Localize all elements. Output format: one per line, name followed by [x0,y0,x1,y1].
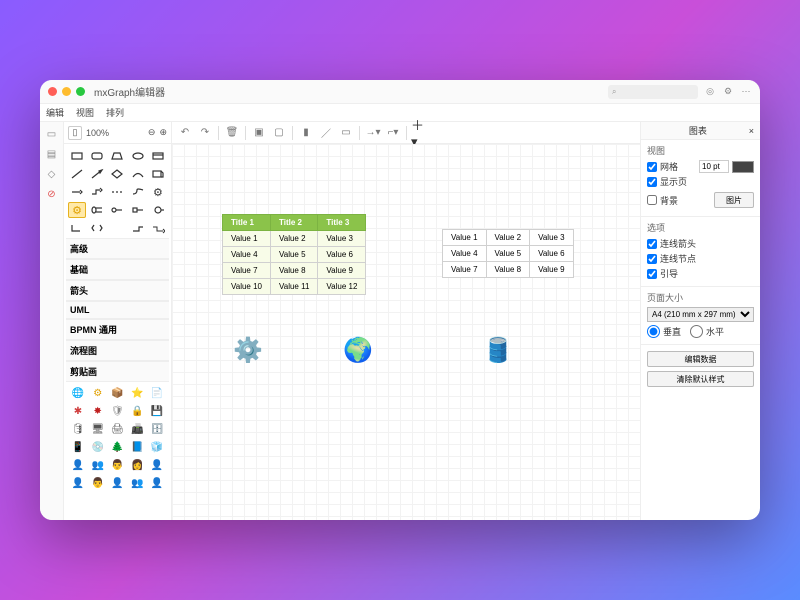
account-icon[interactable]: ◎ [704,86,716,98]
node-checkbox[interactable] [647,254,657,264]
category[interactable]: 流程图 [66,340,169,361]
bg-image-button[interactable]: 图片 [714,192,754,208]
sidebar: ▯ 100% ⊖ ⊕ [64,122,172,520]
globe-icon[interactable]: 🌍 [342,334,374,366]
window-title: mxGraph编辑器 [94,84,603,99]
back-icon[interactable]: ▢ [270,125,288,141]
clipart-grid: 🌐⚙📦⭐📄 ✱✸🛡🔒💾 🛢🖥🖨📠🗄 📱💿🌲📘🧊 👤👥👨👩👤 👤👨👤👥👤 [66,382,169,494]
grid-size-input[interactable] [699,160,729,173]
connection-icon[interactable]: →▾ [364,125,382,141]
format-panel: 图表 × 视图 网格 显示页 背景图片 选项 连线箭头 连线节点 引导 页面大小… [640,122,760,520]
category[interactable]: UML [66,301,169,319]
activity-bar: ▭ ▤ ◇ ⊘ [40,122,64,520]
activity-icon[interactable]: ▭ [46,128,58,140]
menubar: 编辑 视图 排列 [40,104,760,122]
minimize-dot[interactable] [62,87,71,96]
category[interactable]: 高级 [66,238,169,259]
shadow-icon[interactable]: ▭ [337,125,355,141]
undo-icon[interactable]: ↶ [176,125,194,141]
category[interactable]: 箭头 [66,280,169,301]
menu-view[interactable]: 视图 [76,106,94,119]
showpage-checkbox[interactable] [647,177,657,187]
delete-icon[interactable]: 🗑 [223,125,241,141]
menu-edit[interactable]: 编辑 [46,106,64,119]
page-icon[interactable]: ▯ [68,126,82,140]
arrow-checkbox[interactable] [647,239,657,249]
grid-color[interactable] [732,161,754,173]
category[interactable]: 剪贴画 [66,361,169,382]
grid-checkbox[interactable] [647,162,657,172]
orient-landscape[interactable] [690,325,703,338]
close-dot[interactable] [48,87,57,96]
more-icon[interactable]: ⋯ [740,86,752,98]
fill-icon[interactable]: ▮ [297,125,315,141]
panel-title: 图表 [647,124,749,137]
search-input[interactable]: ⌕ [608,85,698,99]
center: ↶ ↷ 🗑 ▣ ▢ ▮ ／ ▭ →▾ ⌐▾ ＋▾ Title 1Title 2T… [172,122,640,520]
activity-icon[interactable]: ◇ [46,168,58,180]
table-green[interactable]: Title 1Title 2Title 3 Value 1Value 2Valu… [222,214,366,295]
zoom-in-icon[interactable]: ⊕ [159,127,167,138]
category[interactable]: BPMN 通用 [66,319,169,340]
menu-arrange[interactable]: 排列 [106,106,124,119]
titlebar: mxGraph编辑器 ⌕ ◎ ⚙ ⋯ [40,80,760,104]
add-icon[interactable]: ＋▾ [411,125,429,141]
guide-checkbox[interactable] [647,269,657,279]
orient-portrait[interactable] [647,325,660,338]
line-icon[interactable]: ／ [317,125,335,141]
maximize-dot[interactable] [76,87,85,96]
zoom-value[interactable]: 100% [86,128,109,138]
background-checkbox[interactable] [647,195,657,205]
edit-data-button[interactable]: 编辑数据 [647,351,754,367]
clear-style-button[interactable]: 清除默认样式 [647,371,754,387]
canvas[interactable]: Title 1Title 2Title 3 Value 1Value 2Valu… [172,144,640,520]
activity-icon[interactable]: ▤ [46,148,58,160]
table-plain[interactable]: Value 1Value 2Value 3 Value 4Value 5Valu… [442,229,574,278]
activity-icon[interactable]: ⊘ [46,188,58,200]
app-window: mxGraph编辑器 ⌕ ◎ ⚙ ⋯ 编辑 视图 排列 ▭ ▤ ◇ ⊘ ▯ 10… [40,80,760,520]
close-icon[interactable]: × [749,126,754,136]
front-icon[interactable]: ▣ [250,125,268,141]
zoom-out-icon[interactable]: ⊖ [148,127,156,138]
shapes-panel: ⚙ ⚙ 高级 基础 箭头 UML BPMN 通用 流程图 [64,144,171,520]
settings-icon[interactable]: ⚙ [722,86,734,98]
toolbar: ↶ ↷ 🗑 ▣ ▢ ▮ ／ ▭ →▾ ⌐▾ ＋▾ [172,122,640,144]
pagesize-select[interactable]: A4 (210 mm x 297 mm) [647,307,754,322]
waypoint-icon[interactable]: ⌐▾ [384,125,402,141]
gear-icon[interactable]: ⚙️ [232,334,264,366]
sidebar-toolbar: ▯ 100% ⊖ ⊕ [64,122,171,144]
database-icon[interactable]: 🛢️ [482,334,514,366]
redo-icon[interactable]: ↷ [196,125,214,141]
category[interactable]: 基础 [66,259,169,280]
